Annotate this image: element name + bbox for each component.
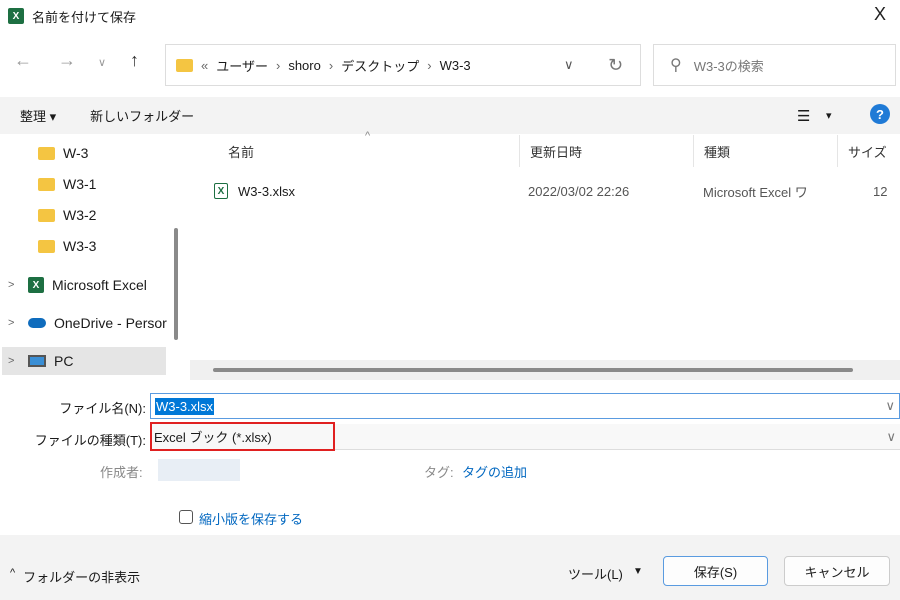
folder-icon <box>38 177 55 191</box>
crumb-desktop[interactable]: デスクトップ <box>341 56 419 75</box>
window-title: 名前を付けて保存 <box>32 9 137 25</box>
tree-item-label: W3-2 <box>63 207 97 223</box>
new-folder-button[interactable]: 新しいフォルダー <box>90 106 194 125</box>
filename-input[interactable]: W3-3.xlsx ∨ <box>150 393 900 419</box>
forward-button[interactable]: → <box>58 50 76 71</box>
horizontal-scrollbar[interactable] <box>213 368 853 372</box>
author-label: 作成者: <box>100 465 143 480</box>
file-type: Microsoft Excel ワ <box>703 184 808 200</box>
tree-item-label: W3-1 <box>63 176 97 192</box>
search-input[interactable]: W3-3の検索 <box>694 56 764 75</box>
hide-folders-label: フォルダーの非表示 <box>23 570 141 585</box>
folder-icon <box>38 146 55 160</box>
file-name: W3-3.xlsx <box>238 183 296 199</box>
organize-button[interactable]: 整理 ▾ <box>20 106 56 125</box>
view-dropdown[interactable]: ▾ <box>826 109 832 122</box>
tools-dropdown-icon[interactable]: ▼ <box>633 566 643 577</box>
back-button[interactable]: ← <box>14 50 32 71</box>
thumbnail-checkbox[interactable] <box>179 510 193 524</box>
expand-chevron-icon[interactable]: > <box>8 317 20 329</box>
tree-item-label: OneDrive - Persor <box>54 315 167 331</box>
overflow-chevron[interactable]: « <box>201 58 208 73</box>
toolbar: 整理 ▾ 新しいフォルダー ☰ ▾ <box>0 97 900 134</box>
tools-button[interactable]: ツール(L) <box>568 564 623 583</box>
folder-icon <box>38 208 55 222</box>
crumb-separator[interactable]: › <box>329 58 333 73</box>
title-bar: X 名前を付けて保存 <box>8 6 136 26</box>
cancel-button[interactable]: キャンセル <box>784 556 890 586</box>
tree-item-label: W-3 <box>63 145 89 161</box>
filetype-label: ファイルの種類(T): <box>34 433 146 448</box>
address-dropdown-icon[interactable]: ∨ <box>564 57 574 73</box>
chevron-up-icon: ^ <box>10 567 16 579</box>
thumbnail-label[interactable]: 縮小版を保存する <box>199 509 303 528</box>
file-modified: 2022/03/02 22:26 <box>528 183 630 199</box>
search-box[interactable]: ⚲ W3-3の検索 <box>653 44 896 86</box>
tree-item-w3-1[interactable]: W3-1 <box>38 170 96 198</box>
folder-icon <box>38 239 55 253</box>
excel-icon: X <box>8 8 24 24</box>
navigation-pane: W-3 W3-1 W3-2 W3-3 > X Microsoft Excel > On… <box>0 135 180 378</box>
filename-label: ファイル名(N): <box>59 401 146 416</box>
tree-item-w3-3[interactable]: W3-3 <box>38 232 96 260</box>
up-button[interactable]: ↑ <box>130 50 139 71</box>
excel-file-icon: X <box>214 183 228 199</box>
tree-item-label: PC <box>54 353 74 369</box>
tree-item-excel[interactable]: > X Microsoft Excel <box>8 271 147 299</box>
crumb-users[interactable]: ユーザー <box>216 56 268 75</box>
chevron-down-icon[interactable]: ∨ <box>886 429 896 445</box>
crumb-w3-3[interactable]: W3-3 <box>440 58 471 73</box>
add-tag-link[interactable]: タグの追加 <box>462 462 527 481</box>
tags-label: タグ: <box>424 465 454 480</box>
expand-chevron-icon[interactable]: > <box>8 279 20 291</box>
cloud-icon <box>28 318 46 328</box>
column-header-name[interactable]: 名前 <box>218 135 520 167</box>
help-icon[interactable]: ? <box>870 104 890 124</box>
tree-scrollbar[interactable] <box>174 228 178 340</box>
highlight-box <box>150 422 335 451</box>
column-header-modified[interactable]: 更新日時 <box>520 135 694 167</box>
tree-item-label: W3-3 <box>63 238 97 254</box>
file-row[interactable]: X W3-3.xlsx 2022/03/02 22:26 Microsoft E… <box>214 178 900 204</box>
crumb-separator[interactable]: › <box>276 58 280 73</box>
pc-icon <box>28 355 46 367</box>
excel-icon: X <box>28 277 44 293</box>
view-icon[interactable]: ☰ <box>797 107 810 125</box>
tree-item-w3-2[interactable]: W3-2 <box>38 201 96 229</box>
crumb-shoro[interactable]: shoro <box>288 58 321 73</box>
tree-item-label: Microsoft Excel <box>52 277 147 293</box>
close-button[interactable]: X <box>868 4 892 25</box>
filename-value: W3-3.xlsx <box>155 397 215 415</box>
folder-icon <box>176 58 193 72</box>
address-bar[interactable]: « ユーザー › shoro › デスクトップ › W3-3 ∨ ↻ <box>165 44 641 86</box>
tree-item-pc[interactable]: > PC <box>2 347 166 375</box>
recent-locations-button[interactable]: ∨ <box>98 56 106 69</box>
column-header-size[interactable]: サイズ <box>838 135 900 167</box>
author-value[interactable] <box>158 459 240 481</box>
column-header-type[interactable]: 種類 <box>694 135 838 167</box>
search-icon: ⚲ <box>670 57 682 74</box>
tree-item-w-3[interactable]: W-3 <box>38 139 88 167</box>
expand-chevron-icon[interactable]: > <box>8 355 20 367</box>
file-size: 12 <box>873 183 888 199</box>
refresh-icon[interactable]: ↻ <box>608 55 623 76</box>
crumb-separator[interactable]: › <box>427 58 431 73</box>
hide-folders-button[interactable]: ^ フォルダーの非表示 <box>10 567 140 586</box>
chevron-down-icon[interactable]: ∨ <box>885 398 895 414</box>
tree-item-onedrive[interactable]: > OneDrive - Persor <box>8 309 167 337</box>
save-button[interactable]: 保存(S) <box>663 556 768 586</box>
